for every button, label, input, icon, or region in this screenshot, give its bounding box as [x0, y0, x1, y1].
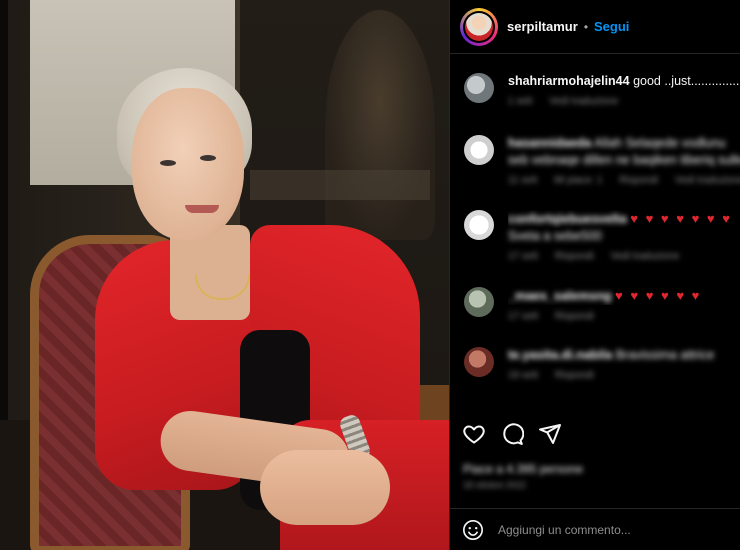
reply-link[interactable]: Rispondi [555, 311, 594, 322]
comment-body: hasannidaeda Allah Selaqede vodlunu seb … [508, 135, 740, 186]
comment-meta: 17 sett Rispondi [508, 311, 740, 322]
commenter-username[interactable]: te.yasita.di.nabila [508, 348, 612, 362]
post-side-panel: serpiltamur • Segui shahriarmohajelin44 … [449, 0, 740, 550]
mouth [185, 205, 219, 213]
comment-hearts: ♥ ♥ ♥ ♥ ♥ ♥ ♥ [630, 211, 732, 226]
comment-time: 17 sett [508, 311, 539, 322]
author-avatar[interactable] [460, 7, 498, 46]
reply-link[interactable]: Rispondi [555, 370, 594, 381]
comment-time: 17 sett [508, 251, 539, 262]
comment-item: te.yasita.di.nabila Bravissima attrice 1… [464, 347, 740, 381]
comment-body: confortqiebuesvelta ♥ ♥ ♥ ♥ ♥ ♥ ♥ Sveta … [508, 210, 740, 262]
comment-meta: 19 sett Rispondi [508, 370, 740, 381]
translate-link[interactable]: Vedi traduzione [611, 251, 680, 262]
author-username[interactable]: serpiltamur [507, 19, 578, 34]
header-separator: • [583, 19, 589, 34]
commenter-username[interactable]: shahriarmohajelin44 [508, 74, 630, 88]
commenter-avatar[interactable] [464, 210, 494, 240]
comment-content: good ..just................. [633, 74, 740, 88]
comment-text: shahriarmohajelin44 good ..just.........… [508, 73, 740, 90]
commenter-avatar[interactable] [464, 347, 494, 377]
portrait-woman [90, 60, 449, 550]
follow-button[interactable]: Segui [594, 19, 629, 34]
comment-text: hasannidaeda Allah Selaqede vodlunu seb … [508, 135, 740, 169]
comment-hearts: ♥ ♥ ♥ ♥ ♥ ♥ [615, 288, 702, 303]
share-icon[interactable] [538, 422, 562, 446]
comment-meta: 17 sett Rispondi Vedi traduzione [508, 251, 740, 262]
comment-body: shahriarmohajelin44 good ..just.........… [508, 73, 740, 107]
comment-meta: 1 sett Vedi traduzione [508, 96, 740, 107]
comment-likes[interactable]: Mi piace: 1 [554, 175, 602, 186]
post-actions [462, 422, 562, 446]
author-avatar-inner [463, 10, 495, 43]
comment-time: 19 sett [508, 370, 539, 381]
comment-meta: 11 sett Mi piace: 1 Rispondi Vedi traduz… [508, 175, 740, 186]
reply-link[interactable]: Rispondi [555, 251, 594, 262]
comment-content: Bravissima attrice [615, 348, 715, 362]
comment-text: _maes_salemsng ♥ ♥ ♥ ♥ ♥ ♥ [508, 287, 740, 305]
post-photo[interactable] [0, 0, 449, 550]
commenter-avatar[interactable] [464, 287, 494, 317]
add-comment-bar [450, 508, 740, 550]
emoji-icon[interactable] [462, 519, 484, 541]
comment-icon[interactable] [500, 422, 524, 446]
commenter-username[interactable]: _maes_salemsng [508, 289, 612, 303]
comment-text: confortqiebuesvelta ♥ ♥ ♥ ♥ ♥ ♥ ♥ [508, 210, 740, 228]
translate-link[interactable]: Vedi traduzione [549, 96, 618, 107]
hands [260, 450, 390, 525]
commenter-username[interactable]: confortqiebuesvelta [508, 212, 627, 226]
comment-text-line2: Sveta a sebe500 [508, 229, 602, 243]
comment-input[interactable] [498, 522, 728, 537]
comment-time: 11 sett [508, 175, 538, 186]
post-header: serpiltamur • Segui [450, 0, 740, 54]
likes-count[interactable]: Piace a 4.395 persone [463, 462, 583, 476]
comment-item: _maes_salemsng ♥ ♥ ♥ ♥ ♥ ♥ 17 sett Rispo… [464, 287, 740, 322]
post-date: 18 ottobre 2022 [463, 480, 527, 490]
comment-time: 1 sett [508, 96, 533, 107]
reply-link[interactable]: Rispondi [619, 175, 658, 186]
comment-text: te.yasita.di.nabila Bravissima attrice [508, 347, 740, 364]
comment-body: te.yasita.di.nabila Bravissima attrice 1… [508, 347, 740, 381]
commenter-avatar[interactable] [464, 73, 494, 103]
heart-icon[interactable] [462, 422, 486, 446]
comment-item: confortqiebuesvelta ♥ ♥ ♥ ♥ ♥ ♥ ♥ Sveta … [464, 210, 740, 262]
commenter-avatar[interactable] [464, 135, 494, 165]
comment-item: shahriarmohajelin44 good ..just.........… [464, 73, 740, 107]
translate-link[interactable]: Vedi traduzione [675, 175, 740, 186]
face [132, 88, 244, 240]
comment-body: _maes_salemsng ♥ ♥ ♥ ♥ ♥ ♥ 17 sett Rispo… [508, 287, 740, 322]
commenter-username[interactable]: hasannidaeda [508, 136, 591, 150]
right-eye [200, 155, 216, 161]
left-eye [160, 160, 176, 166]
comment-item: hasannidaeda Allah Selaqede vodlunu seb … [464, 135, 740, 186]
author-avatar-image [465, 12, 493, 41]
comments-list[interactable]: shahriarmohajelin44 good ..just.........… [450, 55, 740, 410]
